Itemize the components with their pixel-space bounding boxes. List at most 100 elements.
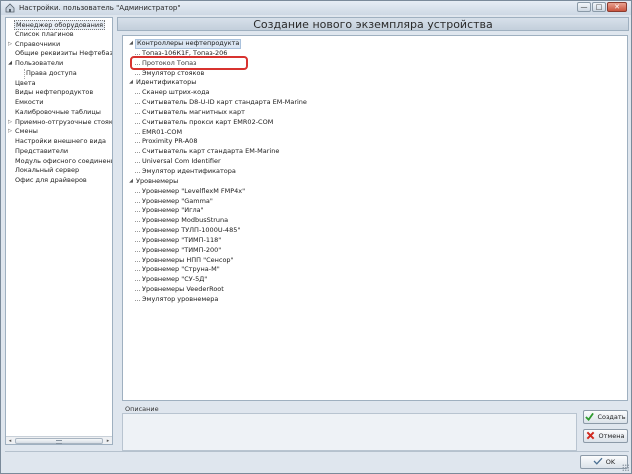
create-button[interactable]: Создать [583, 410, 628, 424]
nav-item[interactable]: ▷ Смены [6, 127, 112, 137]
tree-group-label: Контроллеры нефтепродукта [135, 39, 242, 49]
tree-item-label: Топаз-106К1F, Топаз-206 [142, 48, 228, 57]
tree-item-label: Протокол Топаз [142, 58, 197, 67]
nav-item-label: Общие реквизиты Нефтебаз [15, 49, 112, 58]
nav-item[interactable]: Настройки внешнего вида [6, 137, 112, 147]
cancel-button-label: Отмена [598, 432, 625, 440]
expander-icon[interactable]: ◢ [6, 59, 14, 69]
tree-item[interactable]: EMR01-COM [127, 128, 308, 138]
tree-item[interactable]: Сканер штрих-кода [127, 88, 308, 98]
ok-button-label: OK [605, 458, 616, 466]
tree-group-label: Идентификаторы [136, 78, 197, 87]
tree-item[interactable]: Уровнемеры VeederRoot [127, 285, 308, 295]
nav-item-label: Емкости [15, 98, 44, 106]
settings-nav-panel: Менеджер оборудования Список плагинов ▷ Спр… [5, 17, 113, 445]
tree-item[interactable]: Уровнемер "Струна-М" [127, 265, 308, 275]
tree-item-label: Эмулятор стояков [142, 68, 205, 77]
tree-item-label: Сканер штрих-кода [142, 88, 210, 97]
scroll-left-icon[interactable]: ◂ [6, 437, 14, 445]
nav-item[interactable]: Калибровочные таблицы [6, 108, 112, 118]
tree-item-label: Уровнемер "СУ-5Д" [142, 275, 208, 284]
tree-item-label: Proximity PR-A08 [142, 137, 198, 146]
nav-item[interactable]: ◢ Пользователи [6, 59, 112, 69]
ok-icon [593, 457, 603, 467]
tree-item[interactable]: Считыватель магнитных карт [127, 108, 308, 118]
nav-item[interactable]: Модуль офисного соединения [6, 157, 112, 167]
tree-item[interactable]: Считыватель прокси карт EMR02-COM [127, 118, 308, 128]
tree-item[interactable]: Proximity PR-A08 [127, 137, 308, 147]
expander-icon[interactable]: ▷ [6, 118, 14, 128]
expander-icon[interactable]: ▷ [6, 127, 14, 137]
tree-item[interactable]: Уровнемер "Gamma" [127, 197, 308, 207]
nav-item-label: Модуль офисного соединения [15, 156, 112, 165]
nav-item-label: Калибровочные таблицы [15, 107, 101, 116]
tree-item[interactable]: Уровнемер "LevelflexM FMP4x" [127, 187, 308, 197]
scroll-thumb[interactable] [15, 437, 103, 444]
tree-item-label: Уровнемер ModbusStruna [142, 216, 229, 225]
expander-icon[interactable]: ◢ [127, 39, 135, 49]
expander-icon[interactable]: ◢ [127, 78, 135, 88]
nav-item[interactable]: Права доступа [6, 68, 112, 79]
settings-window: Настройки. пользователь "Администратор" … [0, 0, 632, 474]
tree-item[interactable]: Уровнемер "ТИМП-200" [127, 246, 308, 256]
nav-item[interactable]: Список плагинов [6, 30, 112, 40]
tree-item[interactable]: Эмулятор идентификатора [127, 167, 308, 177]
create-button-label: Создать [597, 413, 626, 421]
tree-item-label: Уровнемер "Gamma" [142, 196, 213, 205]
settings-nav-tree: Менеджер оборудования Список плагинов ▷ Спр… [6, 18, 112, 436]
nav-item-label: Виды нефтепродуктов [15, 88, 94, 97]
scroll-right-icon[interactable]: ▸ [104, 437, 112, 445]
nav-item[interactable]: Виды нефтепродуктов [6, 88, 112, 98]
tree-group[interactable]: ◢ Контроллеры нефтепродукта [127, 39, 308, 49]
minimize-button[interactable]: — [577, 2, 591, 12]
nav-item[interactable]: Цвета [6, 79, 112, 89]
nav-item[interactable]: ▷ Справочники [6, 40, 112, 50]
tree-item-label: Уровнемер "Игла" [142, 206, 204, 215]
nav-horizontal-scrollbar[interactable]: ◂ ▸ [6, 436, 112, 444]
tree-group[interactable]: ◢ Идентификаторы [127, 78, 308, 88]
nav-item-label: Права доступа [24, 68, 77, 79]
tree-item-label: Эмулятор идентификатора [142, 166, 236, 175]
ok-button[interactable]: OK [580, 455, 628, 469]
nav-item-label: Справочники [15, 39, 61, 48]
tree-item-label: Уровнемер ТУЛП-1000U-485" [142, 226, 241, 235]
tree-item[interactable]: Уровнемер "СУ-5Д" [127, 275, 308, 285]
tree-item[interactable]: Считыватель карт стандарта EM-Marine [127, 147, 308, 157]
nav-item-label: Настройки внешнего вида [15, 137, 107, 145]
cancel-button[interactable]: Отмена [583, 429, 628, 443]
nav-item-label: Список плагинов [15, 29, 74, 38]
tree-item[interactable]: Уровнемер "ТИМП-118" [127, 236, 308, 246]
tree-item[interactable]: Уровнемер ModbusStruna [127, 216, 308, 226]
nav-item[interactable]: Общие реквизиты Нефтебаз [6, 49, 112, 59]
checkmark-icon [585, 412, 595, 423]
expander-icon[interactable]: ◢ [127, 177, 135, 187]
nav-item[interactable]: Офис для драйверов [6, 176, 112, 186]
resize-grip[interactable] [622, 464, 630, 472]
nav-item-label: Офис для драйверов [15, 176, 87, 184]
nav-item[interactable]: ▷ Приемно-отгрузочные стояки [6, 118, 112, 128]
nav-item[interactable]: Менеджер оборудования [6, 20, 112, 30]
window-controls: — □ ✕ [577, 2, 627, 12]
expander-icon[interactable]: ▷ [6, 40, 14, 50]
tree-item[interactable]: Уровнемер ТУЛП-1000U-485" [127, 226, 308, 236]
nav-item[interactable]: Представители [6, 147, 112, 157]
device-type-tree: ◢ Контроллеры нефтепродукта Топаз-106К1F, … [127, 39, 308, 305]
close-button[interactable]: ✕ [607, 2, 627, 12]
maximize-button[interactable]: □ [592, 2, 606, 12]
tree-item[interactable]: Уровнемер "Игла" [127, 206, 308, 216]
tree-item[interactable]: Уровнемеры НПП "Сенсор" [127, 256, 308, 266]
tree-item-label: Уровнемеры НПП "Сенсор" [142, 255, 234, 264]
tree-item[interactable]: Эмулятор стояков [127, 69, 308, 79]
tree-item[interactable]: Топаз-106К1F, Топаз-206 [127, 49, 308, 59]
nav-item[interactable]: Емкости [6, 98, 112, 108]
tree-item[interactable]: Universal Com Identifier [127, 157, 308, 167]
app-icon [5, 3, 15, 13]
tree-item[interactable]: Протокол Топаз [127, 59, 308, 69]
tree-item-label: Уровнемер "ТИМП-118" [142, 235, 222, 244]
title-bar[interactable]: Настройки. пользователь "Администратор" … [1, 1, 631, 15]
tree-item[interactable]: Эмулятор уровнемера [127, 295, 308, 305]
tree-item[interactable]: Считыватель D8-U-ID карт стандарта EM-Ma… [127, 98, 308, 108]
nav-item[interactable]: Локальный сервер [6, 166, 112, 176]
tree-group[interactable]: ◢ Уровнемеры [127, 177, 308, 187]
nav-item-label: Представители [15, 146, 69, 155]
